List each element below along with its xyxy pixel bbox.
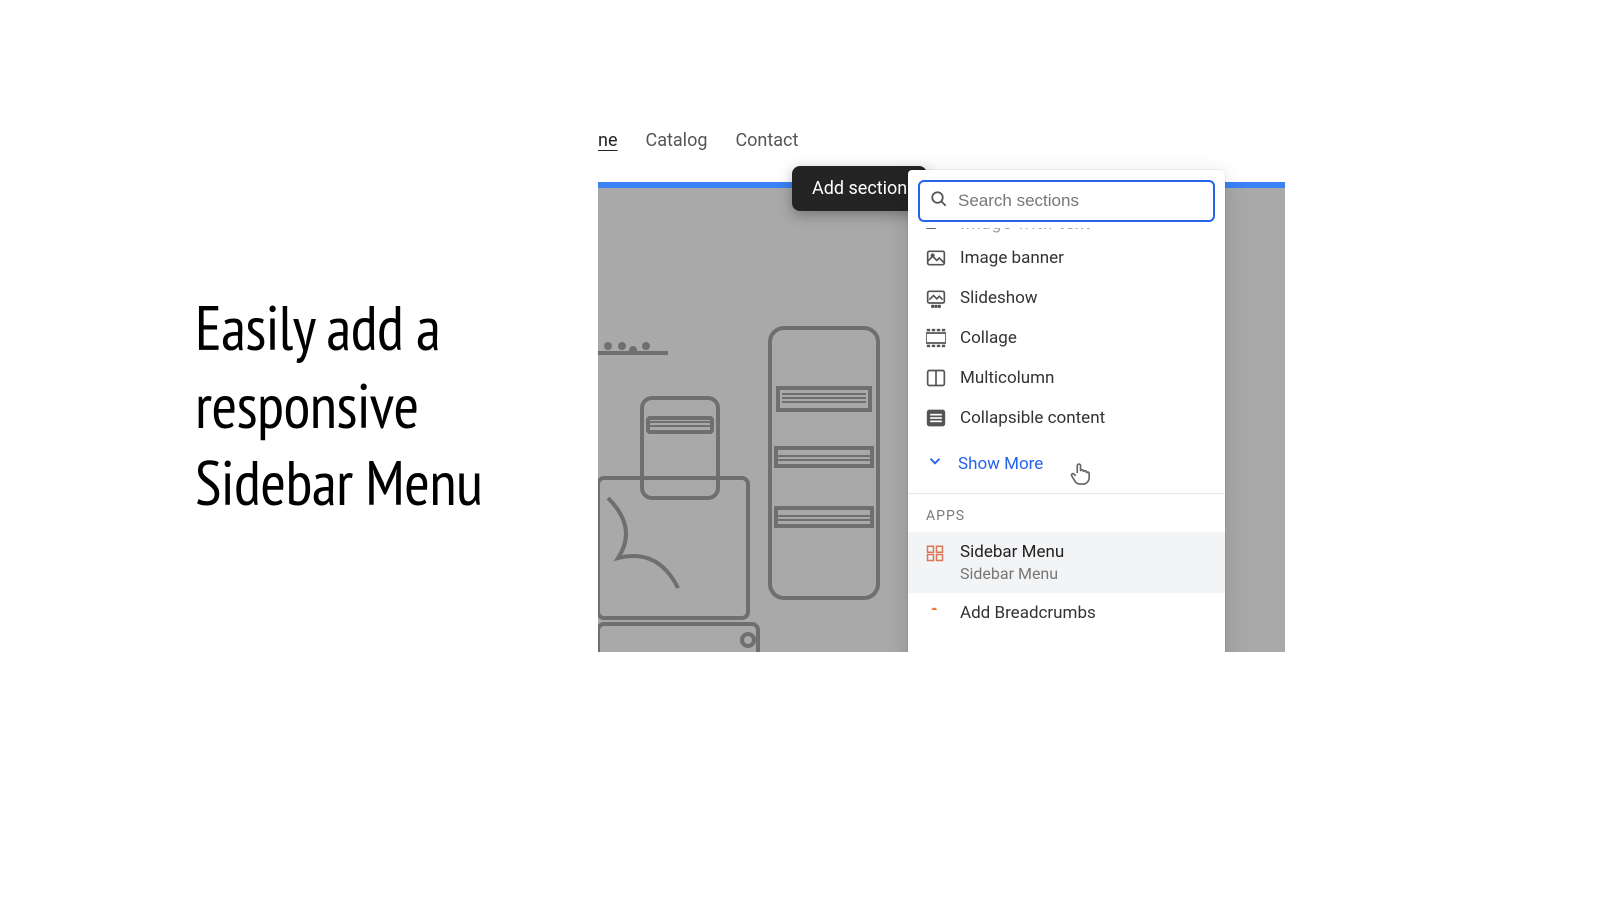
chevron-down-icon — [926, 452, 944, 475]
section-row-collapsible[interactable]: Collapsible content — [908, 398, 1225, 438]
nav-tab-home-fragment[interactable]: ne — [598, 130, 618, 151]
search-field-wrap[interactable] — [918, 180, 1215, 222]
nav-tabs: ne Catalog Contact — [598, 130, 798, 151]
app-title: Sidebar Menu — [960, 542, 1064, 562]
nav-tab-catalog[interactable]: Catalog — [646, 130, 708, 151]
insertion-indicator-bar-right — [1225, 182, 1285, 188]
section-label: Image banner — [960, 248, 1064, 268]
section-list-scroll[interactable]: Image with text Image banner Slideshow — [908, 228, 1225, 652]
app-row-sidebar-menu[interactable]: Sidebar Menu Sidebar Menu — [908, 532, 1225, 593]
app-row-breadcrumbs-partial[interactable]: Add Breadcrumbs — [908, 593, 1225, 624]
image-with-text-icon — [926, 228, 946, 229]
section-label: Collage — [960, 328, 1017, 348]
headline-line1: Easily add aresponsiveSidebar Menu — [195, 288, 483, 523]
section-row-partial-top[interactable]: Image with text — [908, 228, 1225, 238]
show-more-button[interactable]: Show More — [908, 438, 1225, 491]
section-label-cutoff: Image with text — [960, 228, 1091, 234]
panel-divider — [908, 493, 1225, 494]
section-row-collage[interactable]: Collage — [908, 318, 1225, 358]
slideshow-icon — [926, 288, 946, 308]
collage-icon — [926, 328, 946, 348]
multicolumn-icon — [926, 368, 946, 388]
section-row-slideshow[interactable]: Slideshow — [908, 278, 1225, 318]
screenshot-frame: ne Catalog Contact — [598, 120, 1285, 652]
section-label: Slideshow — [960, 288, 1038, 308]
nav-tab-contact[interactable]: Contact — [735, 130, 798, 151]
section-row-image-banner[interactable]: Image banner — [908, 238, 1225, 278]
app-breadcrumb-icon — [926, 601, 946, 624]
image-icon — [926, 248, 946, 268]
app-subtitle: Sidebar Menu — [960, 564, 1064, 583]
search-input[interactable] — [958, 191, 1203, 211]
search-icon — [930, 190, 948, 212]
app-title: Add Breadcrumbs — [960, 603, 1096, 623]
section-row-multicolumn[interactable]: Multicolumn — [908, 358, 1225, 398]
add-section-button[interactable]: Add section — [792, 166, 927, 211]
section-label: Multicolumn — [960, 368, 1054, 388]
sections-panel: Image with text Image banner Slideshow — [908, 170, 1225, 652]
show-more-label: Show More — [958, 454, 1043, 474]
add-section-label: Add section — [812, 178, 907, 199]
section-label: Collapsible content — [960, 408, 1105, 428]
marketing-headline: Easily add aresponsiveSidebar Menu — [195, 290, 483, 523]
app-sidebar-icon — [926, 544, 946, 564]
apps-section-header: APPS — [908, 496, 1225, 532]
collapsible-icon — [926, 408, 946, 428]
